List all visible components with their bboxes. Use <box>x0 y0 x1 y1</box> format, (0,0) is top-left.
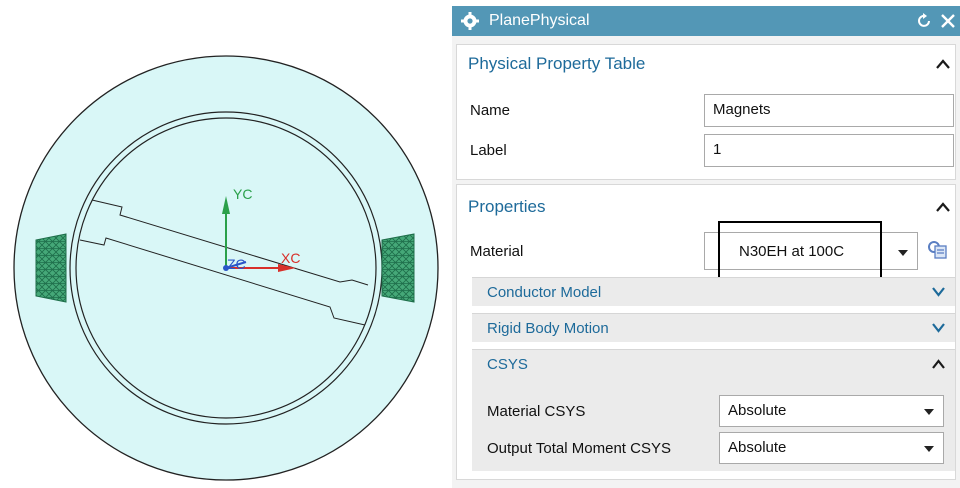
conductor-model-label: Conductor Model <box>487 284 602 301</box>
material-highlight-box <box>718 221 882 279</box>
chevron-up-icon[interactable] <box>936 59 950 69</box>
section-title-physical-property-table[interactable]: Physical Property Table <box>468 54 645 74</box>
conductor-model-subsection[interactable]: Conductor Model <box>472 277 955 306</box>
properties-section: Properties Material N30EH at 100C Conduc… <box>456 184 956 480</box>
planephysical-dialog: PlanePhysical Physical Property Table Na… <box>452 6 960 488</box>
name-label: Name <box>470 102 511 119</box>
output-total-moment-csys-label: Output Total Moment CSYS <box>487 440 671 457</box>
csys-title[interactable]: CSYS <box>487 356 528 373</box>
csys-subsection: CSYS Material CSYS Absolute Output Total… <box>472 349 955 471</box>
output-total-moment-csys-value: Absolute <box>728 439 787 456</box>
dropdown-arrow-icon[interactable] <box>898 250 908 256</box>
chevron-up-icon[interactable] <box>932 359 945 369</box>
close-icon[interactable] <box>938 11 958 31</box>
chevron-up-icon[interactable] <box>936 202 950 212</box>
output-total-moment-csys-dropdown[interactable]: Absolute <box>719 432 944 464</box>
yc-axis-label: YC <box>233 186 253 202</box>
left-magnet-mesh[interactable] <box>36 232 68 304</box>
graphics-viewport[interactable]: YC XC ZC <box>0 0 452 488</box>
physical-property-table-section: Physical Property Table Name Magnets Lab… <box>456 44 956 180</box>
chevron-down-icon[interactable] <box>932 287 945 297</box>
reset-icon[interactable] <box>914 11 934 31</box>
zc-axis-label: ZC <box>227 256 246 272</box>
rigid-body-motion-subsection[interactable]: Rigid Body Motion <box>472 313 955 342</box>
dialog-title: PlanePhysical <box>489 12 590 29</box>
material-csys-value: Absolute <box>728 402 787 419</box>
chevron-down-icon[interactable] <box>932 323 945 333</box>
material-csys-dropdown[interactable]: Absolute <box>719 395 944 427</box>
dropdown-arrow-icon[interactable] <box>924 409 934 415</box>
dropdown-arrow-icon[interactable] <box>924 446 934 452</box>
material-library-icon[interactable] <box>926 238 948 260</box>
rigid-body-motion-label: Rigid Body Motion <box>487 320 609 337</box>
xc-axis-label: XC <box>281 250 301 266</box>
model-view[interactable] <box>0 0 452 488</box>
right-magnet-mesh[interactable] <box>382 232 416 304</box>
name-field[interactable]: Magnets <box>704 94 954 127</box>
gear-icon <box>461 12 479 30</box>
material-label: Material <box>470 243 524 260</box>
label-field[interactable]: 1 <box>704 134 954 167</box>
section-title-properties[interactable]: Properties <box>468 197 545 217</box>
material-csys-label: Material CSYS <box>487 403 586 420</box>
dialog-title-bar[interactable]: PlanePhysical <box>452 6 960 36</box>
label-label: Label <box>470 142 507 159</box>
